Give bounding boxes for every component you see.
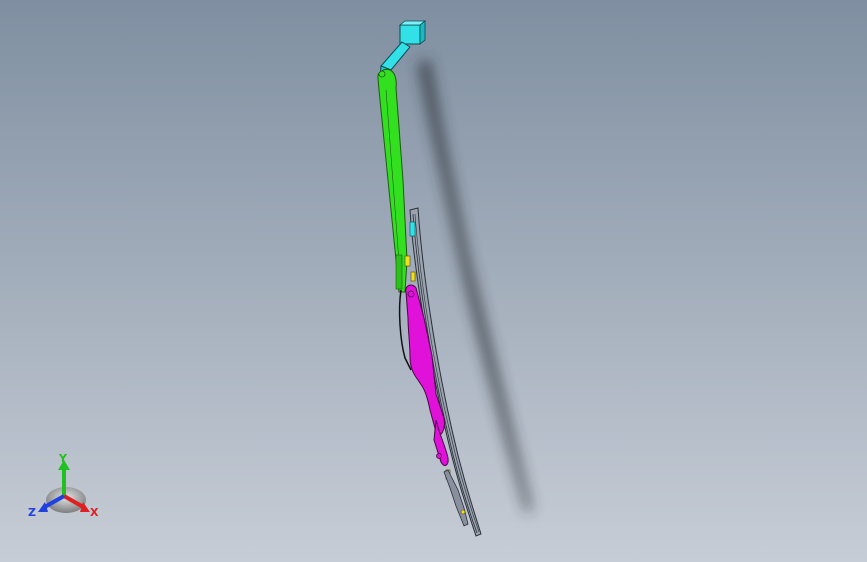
wiper-arm[interactable] <box>377 69 412 371</box>
y-axis-label: Y <box>58 452 68 465</box>
z-axis-label: Z <box>28 506 36 519</box>
model-scene[interactable]: Y X Z <box>0 0 867 562</box>
wiper-blade[interactable] <box>404 207 482 537</box>
orientation-triad[interactable]: Y X Z <box>28 452 99 519</box>
graphics-viewport[interactable]: Y X Z <box>0 0 867 562</box>
x-axis-label: X <box>90 506 99 519</box>
